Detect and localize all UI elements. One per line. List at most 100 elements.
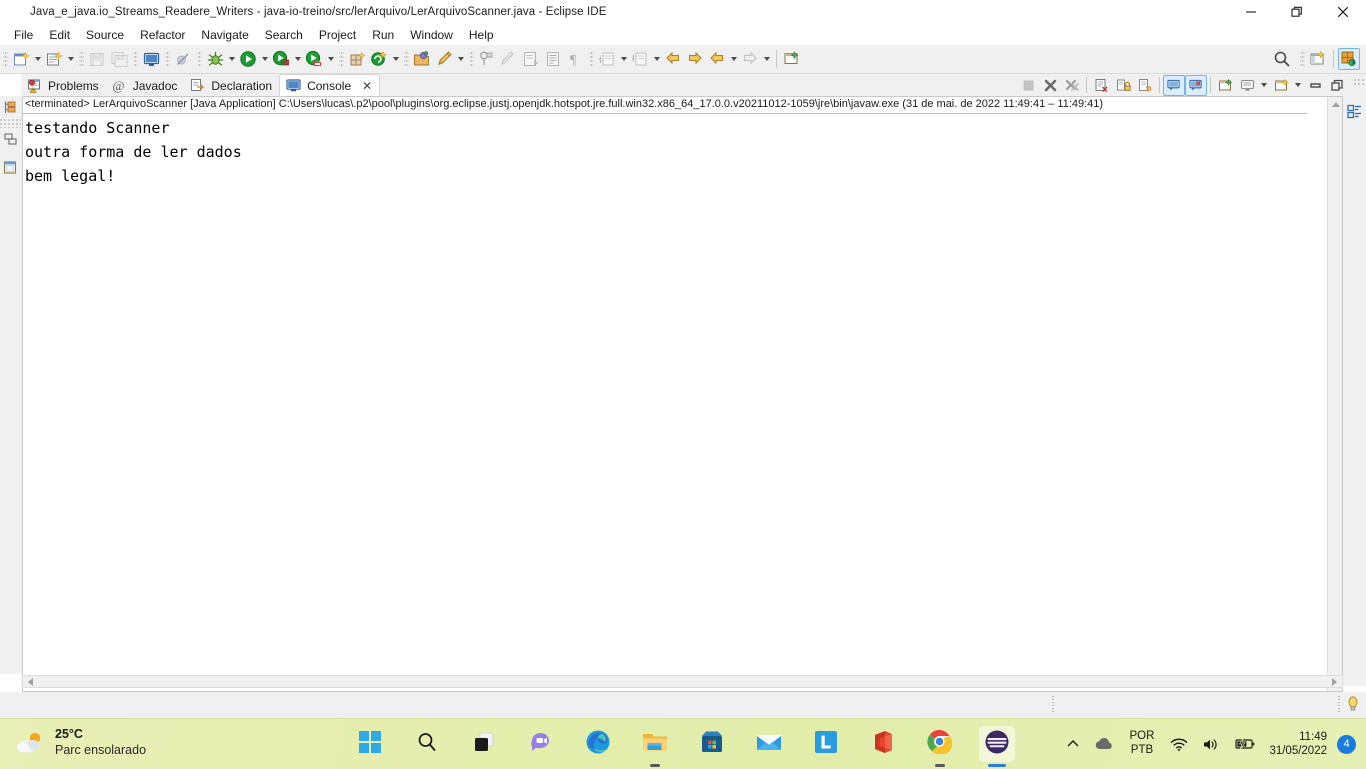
next-annotation-icon[interactable] [596, 48, 618, 70]
console-menu-dropdown-arrow[interactable] [1292, 75, 1304, 96]
display-selected-console-icon[interactable] [1236, 75, 1258, 96]
console-output-panel[interactable]: <terminated> LerArquivoScanner [Java App… [22, 96, 1343, 692]
next-annotation-dropdown-arrow[interactable] [618, 48, 629, 70]
skip-breakpoints-icon[interactable] [172, 48, 194, 70]
new-project-dropdown-arrow[interactable] [390, 48, 401, 70]
toggle-block-selection-icon[interactable] [520, 48, 542, 70]
search-icon[interactable] [1271, 48, 1293, 70]
open-perspective-icon[interactable] [1307, 48, 1329, 70]
show-hidden-icons-button[interactable] [1059, 719, 1087, 769]
open-type-icon[interactable] [411, 48, 433, 70]
toolbar-grip-4[interactable] [165, 50, 170, 68]
menu-project[interactable]: Project [311, 26, 364, 44]
scroll-lock-icon[interactable] [1112, 75, 1134, 96]
pin-editor-icon[interactable] [476, 48, 498, 70]
taskbar-clock[interactable]: 11:49 31/05/2022 [1263, 730, 1335, 759]
tip-of-the-day-icon[interactable] [1346, 696, 1360, 712]
previous-annotation-icon[interactable] [629, 48, 651, 70]
eclipse-ide[interactable] [978, 726, 1015, 762]
open-console-icon[interactable] [140, 48, 162, 70]
clear-console-icon[interactable] [1090, 75, 1112, 96]
toolbar-grip-5[interactable] [197, 50, 202, 68]
menu-search[interactable]: Search [257, 26, 311, 44]
save-icon[interactable] [86, 48, 108, 70]
remove-launch-icon[interactable] [1039, 75, 1061, 96]
hierarchy-icon[interactable] [0, 128, 21, 150]
toggle-mark-occurrences-icon[interactable] [498, 48, 520, 70]
new-window-icon[interactable] [781, 48, 803, 70]
save-all-icon[interactable] [108, 48, 130, 70]
minimize-button[interactable] [1228, 0, 1274, 24]
taskbar-search[interactable] [409, 726, 445, 762]
scroll-right-arrow[interactable] [1332, 677, 1342, 686]
wifi-icon[interactable] [1163, 719, 1195, 769]
start-button[interactable] [352, 726, 388, 762]
menu-edit[interactable]: Edit [41, 26, 78, 44]
debug-dropdown-arrow[interactable] [226, 48, 237, 70]
close-button[interactable] [1320, 0, 1366, 24]
scroll-up-arrow[interactable] [1328, 97, 1343, 112]
new-java-class-icon[interactable] [43, 48, 65, 70]
mail[interactable] [751, 726, 787, 762]
next-edit-icon[interactable] [739, 48, 761, 70]
run-coverage-icon[interactable] [270, 48, 292, 70]
tab-console[interactable]: Console ✕ [279, 74, 381, 96]
onedrive-icon[interactable] [1087, 719, 1121, 769]
microsoft-store[interactable] [694, 726, 730, 762]
menu-run[interactable]: Run [364, 26, 402, 44]
battery-charging-icon[interactable] [1227, 719, 1263, 769]
show-console-on-error-icon[interactable] [1185, 74, 1207, 96]
menu-window[interactable]: Window [402, 26, 461, 44]
close-icon[interactable]: ✕ [362, 80, 372, 92]
show-whitespace-icon[interactable] [542, 48, 564, 70]
terminate-icon[interactable] [1017, 75, 1039, 96]
linkedin[interactable] [808, 726, 844, 762]
new-wizard-icon[interactable] [10, 48, 32, 70]
speaker-icon[interactable] [1195, 719, 1227, 769]
language-indicator[interactable]: POR PTB [1121, 730, 1164, 758]
java-perspective-icon[interactable] [1338, 48, 1360, 70]
search-dropdown-arrow[interactable] [455, 48, 466, 70]
maximize-restore-button[interactable] [1274, 0, 1320, 24]
perspective-grip[interactable] [1300, 50, 1305, 68]
console-vertical-scrollbar[interactable] [1327, 97, 1342, 691]
tab-javadoc[interactable]: @ Javadoc [106, 75, 185, 96]
search-marker-icon[interactable] [433, 48, 455, 70]
display-console-dropdown-arrow[interactable] [1258, 75, 1270, 96]
toolbar-grip-9[interactable] [589, 50, 594, 68]
previous-edit-dropdown-arrow[interactable] [728, 48, 739, 70]
remove-all-launches-icon[interactable] [1061, 75, 1083, 96]
toolbar-grip-6[interactable] [339, 50, 344, 68]
run-icon[interactable] [237, 48, 259, 70]
previous-edit-icon[interactable] [706, 48, 728, 70]
run-external-tools-icon[interactable] [303, 48, 325, 70]
weather-widget[interactable]: 25°C Parc ensolarado [16, 727, 146, 758]
file-explorer[interactable] [637, 726, 673, 762]
menu-refactor[interactable]: Refactor [132, 26, 193, 44]
new-project-icon[interactable] [368, 48, 390, 70]
minimize-view-icon[interactable] [1304, 75, 1326, 96]
package-explorer-icon[interactable] [0, 96, 21, 118]
toolbar-grip[interactable] [3, 50, 8, 68]
notification-badge[interactable]: 4 [1337, 734, 1356, 754]
coverage-dropdown-arrow[interactable] [292, 48, 303, 70]
back-icon[interactable] [662, 48, 684, 70]
word-wrap-icon[interactable] [1134, 75, 1156, 96]
next-edit-dropdown-arrow[interactable] [761, 48, 772, 70]
external-tools-dropdown-arrow[interactable] [325, 48, 336, 70]
toolbar-grip-2[interactable] [79, 50, 84, 68]
outline-icon[interactable] [0, 156, 21, 178]
google-chrome[interactable] [922, 726, 958, 762]
forward-icon[interactable] [684, 48, 706, 70]
toolbar-grip-3[interactable] [133, 50, 138, 68]
previous-annotation-dropdown-arrow[interactable] [651, 48, 662, 70]
new-wizard-dropdown-arrow[interactable] [32, 48, 43, 70]
tab-declaration[interactable]: Declaration [184, 75, 279, 96]
pin-console-icon[interactable] [1214, 75, 1236, 96]
microsoft-office[interactable] [865, 726, 901, 762]
menu-help[interactable]: Help [461, 26, 502, 44]
debug-icon[interactable] [204, 48, 226, 70]
scroll-left-arrow[interactable] [23, 677, 33, 686]
run-dropdown-arrow[interactable] [259, 48, 270, 70]
chat-teams[interactable] [523, 726, 559, 762]
